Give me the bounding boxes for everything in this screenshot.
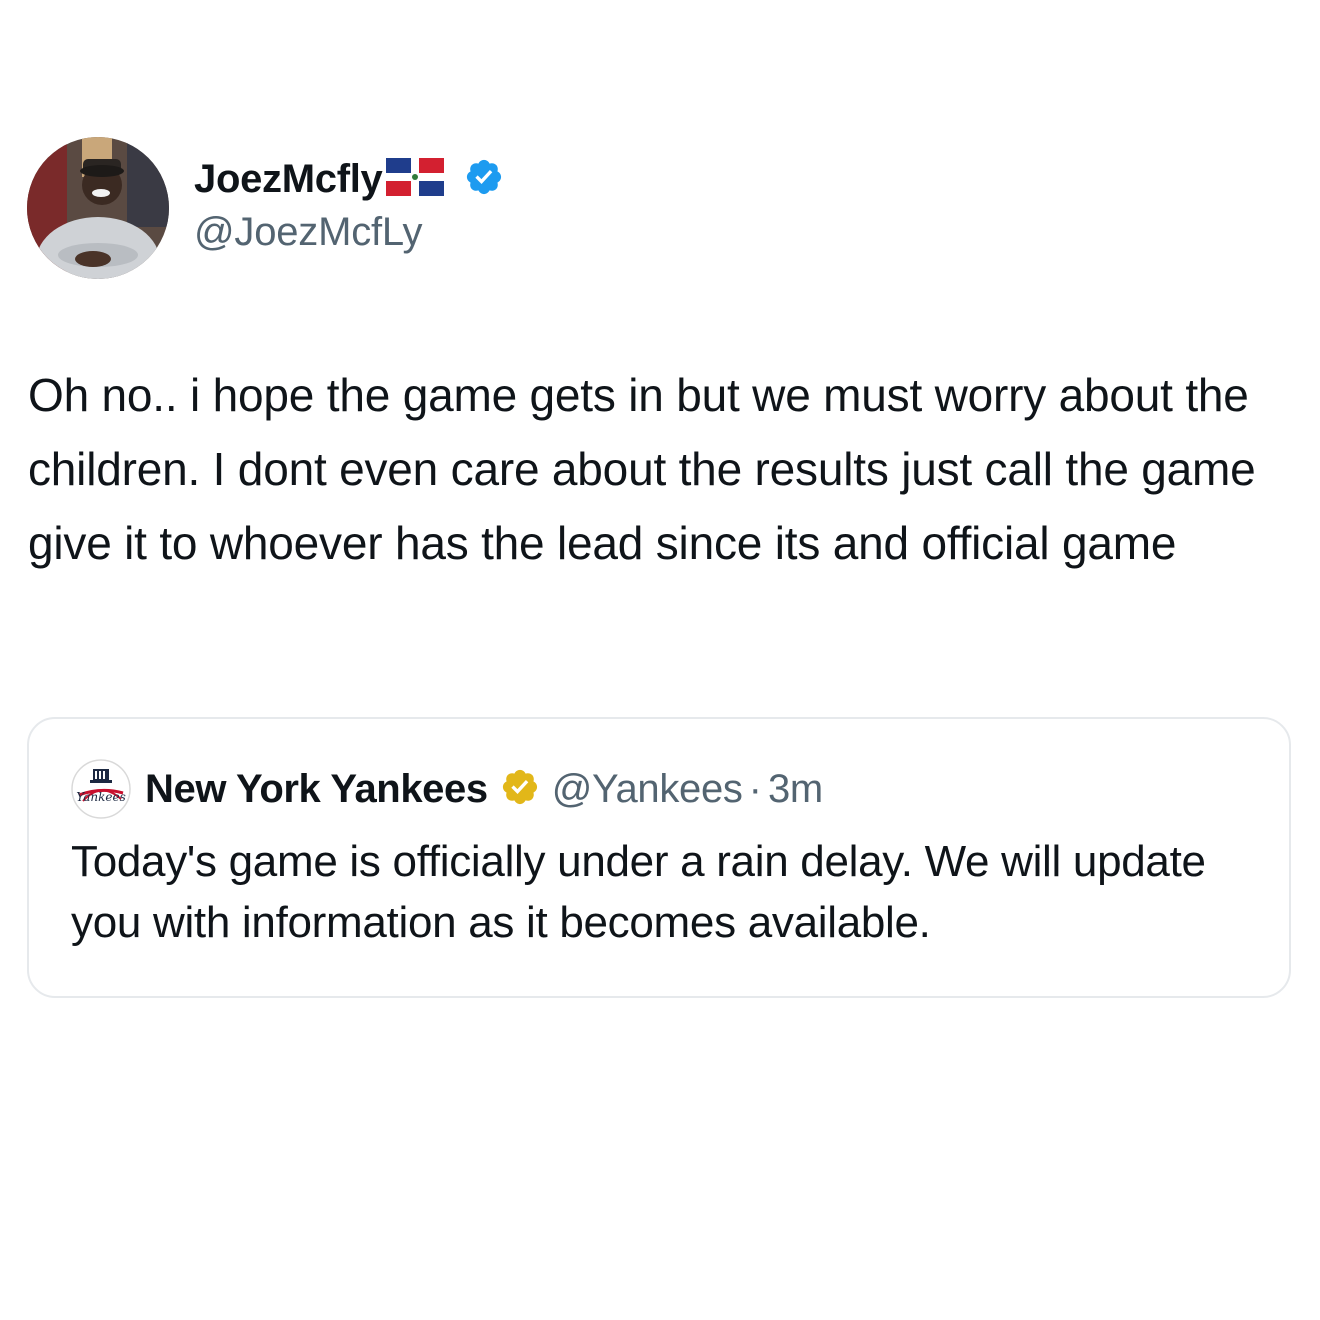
gold-verified-badge-icon[interactable] — [500, 767, 540, 812]
quoted-tweet-timestamp[interactable]: 3m — [768, 767, 823, 812]
svg-text:Yankees: Yankees — [76, 790, 126, 804]
quoted-tweet-text: Today's game is officially under a rain … — [71, 837, 1206, 947]
author-info: JoezMcfly @JoezMcfLy — [194, 152, 504, 255]
quoted-tweet-card[interactable]: Yankees New York Yankees @Yankees · 3m T… — [27, 717, 1291, 998]
tweet-text: Oh no.. i hope the game gets in but we m… — [28, 369, 1256, 569]
separator-dot: · — [748, 766, 762, 811]
author-name-row: JoezMcfly — [194, 152, 504, 206]
quoted-author-avatar[interactable]: Yankees — [71, 759, 131, 819]
author-handle[interactable]: @JoezMcfLy — [194, 210, 504, 255]
quoted-author-handle[interactable]: @Yankees — [552, 767, 743, 812]
author-avatar[interactable] — [27, 137, 169, 279]
quoted-tweet-header: Yankees New York Yankees @Yankees · 3m — [71, 759, 823, 819]
quoted-author-display-name[interactable]: New York Yankees — [145, 767, 488, 812]
verified-badge-icon[interactable] — [464, 157, 504, 202]
author-display-name[interactable]: JoezMcfly — [194, 157, 383, 202]
dominican-republic-flag-icon — [386, 157, 445, 201]
tweet: JoezMcfly @JoezMcfLy Oh no.. i hope the … — [0, 0, 1320, 1320]
